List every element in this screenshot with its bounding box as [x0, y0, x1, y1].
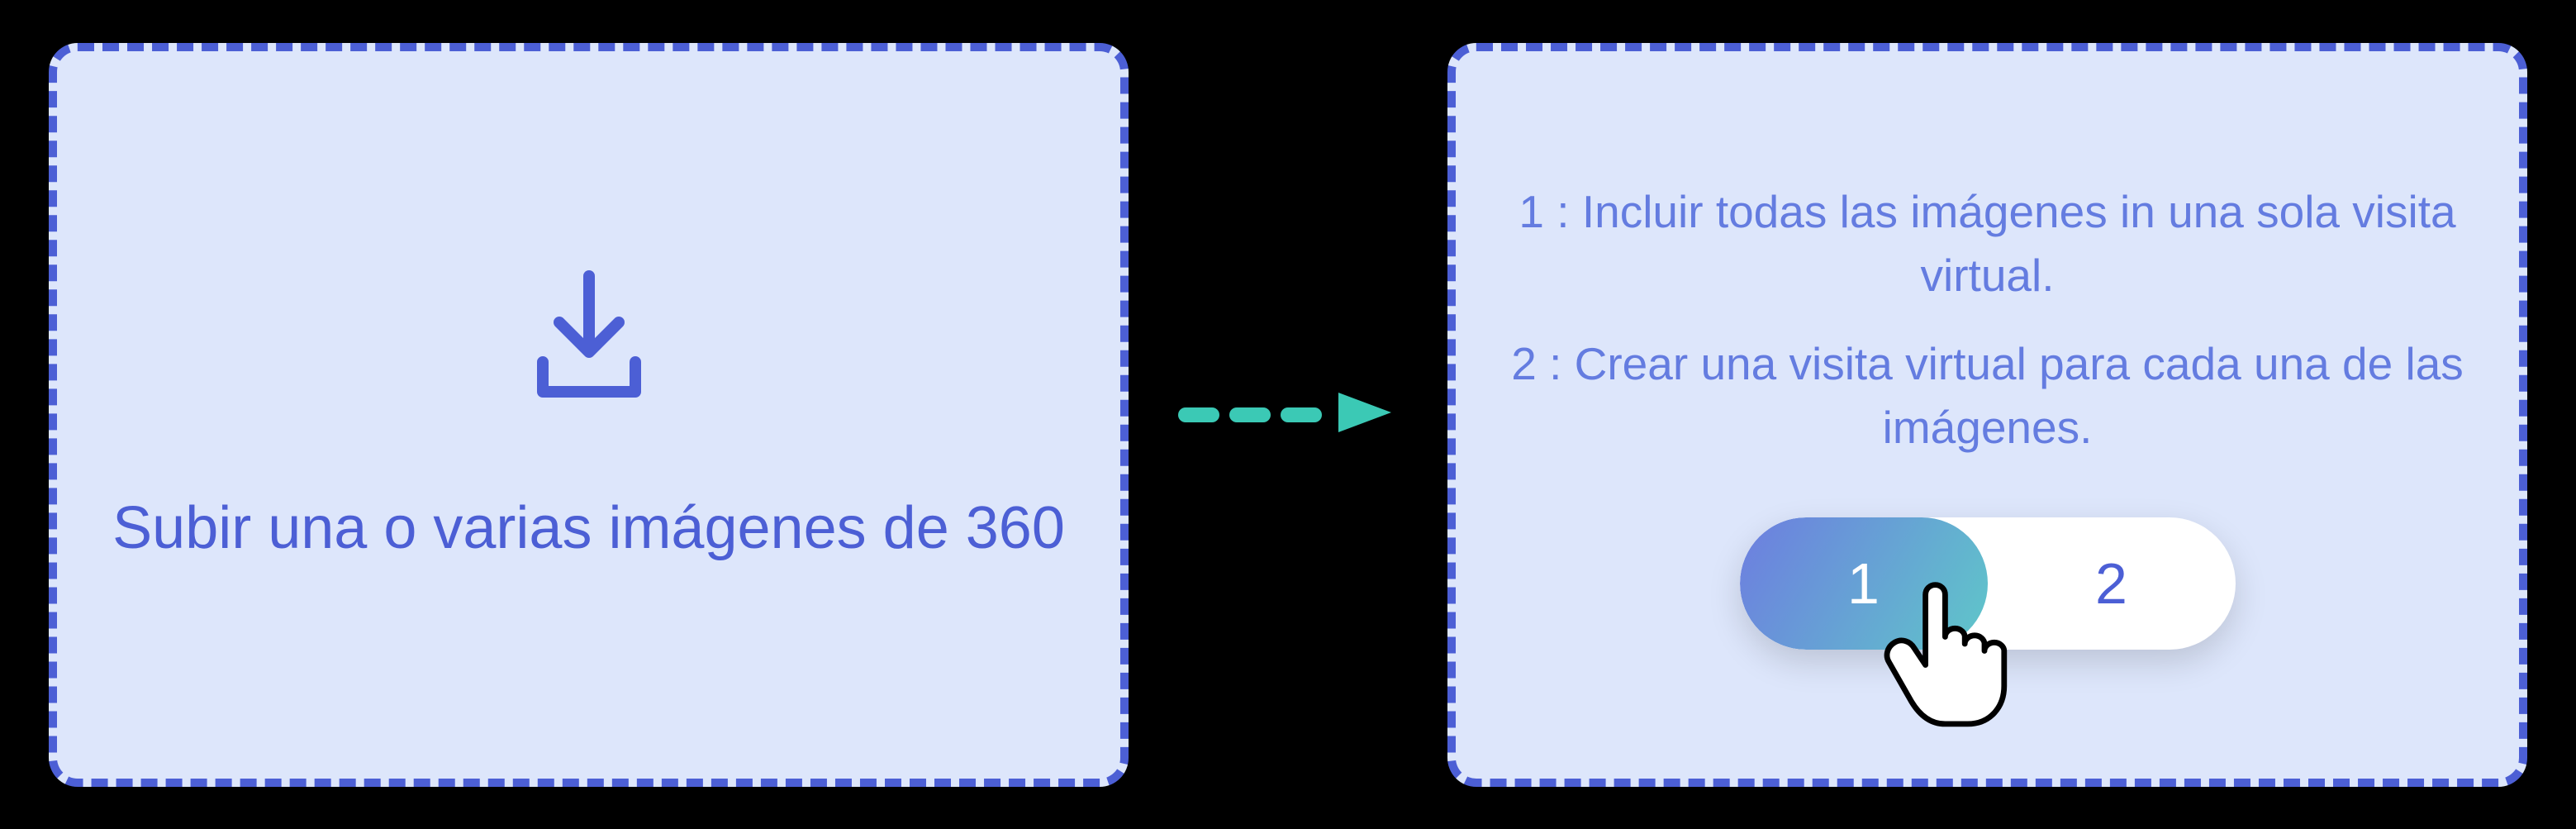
diagram-container: Subir una o varias imágenes de 360 1 : I… [49, 43, 2527, 787]
pointer-hand-icon [1872, 579, 2013, 741]
options-card: 1 : Incluir todas las imágenes in una so… [1447, 43, 2527, 787]
download-icon [506, 260, 672, 429]
upload-text: Subir una o varias imágenes de 360 [112, 487, 1065, 570]
arrow-icon [1178, 379, 1398, 450]
upload-card[interactable]: Subir una o varias imágenes de 360 [49, 43, 1129, 787]
toggle-option-2[interactable]: 2 [1988, 517, 2236, 650]
toggle-container: 1 2 [1740, 517, 2236, 650]
option-2-text: 2 : Crear una visita virtual para cada u… [1505, 332, 2469, 460]
option-1-text: 1 : Incluir todas las imágenes in una so… [1505, 180, 2469, 307]
